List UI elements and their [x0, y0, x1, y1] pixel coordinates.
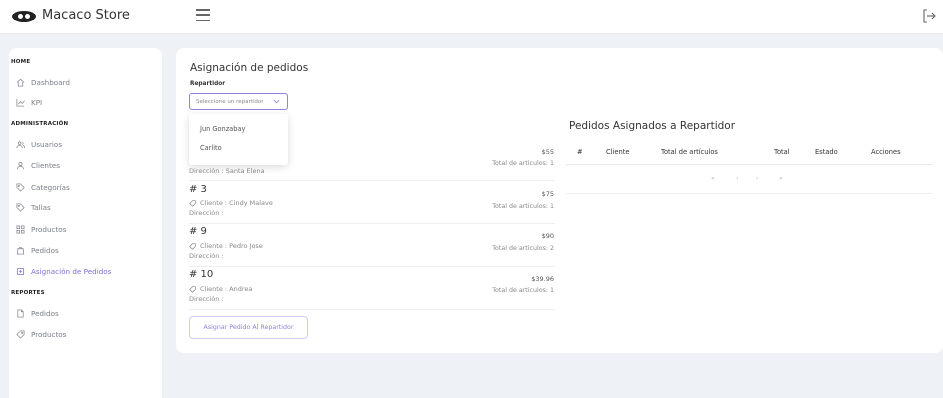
- macaco-logo-icon: [12, 9, 36, 23]
- column-header: Estado: [815, 148, 838, 156]
- menu-toggle-icon[interactable]: [196, 9, 210, 21]
- order-articles: Total de articulos: 1: [492, 160, 554, 167]
- shopping-bag-icon: [16, 246, 25, 255]
- order-address: Dirección : Santa Elena: [189, 167, 265, 175]
- user-icon: [16, 161, 25, 169]
- assigned-orders-title: Pedidos Asignados a Repartidor: [569, 120, 736, 132]
- order-address: Dirección :: [189, 295, 224, 303]
- sidebar-item-productos[interactable]: Productos: [16, 222, 66, 236]
- pager-prev-button[interactable]: ‹: [736, 175, 738, 182]
- order-item[interactable]: # 3 Cliente : Cindy Malave Dirección : $…: [189, 181, 555, 224]
- order-price: $39.96: [531, 275, 554, 283]
- column-header: Total de artículos: [661, 148, 718, 156]
- column-header: Total: [774, 148, 790, 156]
- tag-icon: [16, 182, 25, 192]
- order-articles: Total de articulos: 1: [492, 203, 554, 210]
- top-bar: Macaco Store: [0, 0, 943, 34]
- table-header: # Cliente Total de artículos Total Estad…: [566, 141, 932, 165]
- pager-first-button[interactable]: «: [711, 175, 715, 182]
- order-articles: Total de articulos: 2: [492, 245, 554, 252]
- column-header: Acciones: [871, 148, 901, 156]
- sidebar-item-tallas[interactable]: Tallas: [16, 200, 51, 214]
- order-item[interactable]: # 9 Cliente : Pedro Jose Dirección : $90…: [189, 224, 555, 267]
- sidebar-item-label: Productos: [31, 224, 67, 234]
- logout-icon[interactable]: [921, 8, 937, 24]
- home-icon: [16, 78, 25, 87]
- sidebar-item-label: Pedidos: [31, 245, 59, 255]
- tag-icon: [189, 242, 196, 250]
- sidebar-item-kpi[interactable]: KPI: [16, 95, 42, 109]
- sidebar-item-pedidos[interactable]: Pedidos: [16, 243, 59, 257]
- order-number: # 9: [189, 226, 207, 237]
- sidebar-item-label: Pedidos: [31, 308, 59, 318]
- sidebar-item-label: KPI: [31, 97, 43, 107]
- sidebar-section-home: HOME: [11, 59, 31, 65]
- dropdown-option[interactable]: Jun Gonzabay: [200, 125, 245, 133]
- assigned-orders-card: [566, 48, 943, 353]
- sidebar-section-administracion: ADMINISTRACIÓN: [11, 121, 69, 127]
- select-placeholder: Seleccione un repartidor: [196, 98, 264, 105]
- tag-icon: [189, 199, 196, 207]
- sidebar-item-usuarios[interactable]: Usuarios: [16, 137, 62, 151]
- order-address: Dirección :: [189, 252, 224, 260]
- dropdown-option[interactable]: Carlito: [200, 144, 222, 152]
- order-client: Cliente : Andrea: [189, 285, 252, 293]
- chart-icon: [16, 98, 25, 107]
- sidebar-item-label: Dashboard: [31, 77, 70, 87]
- order-client: Cliente : Pedro Jose: [189, 242, 263, 250]
- order-number: # 3: [189, 184, 207, 195]
- repartidor-label: Repartidor: [190, 81, 226, 87]
- sidebar-item-label: Asignación de Pedidos: [31, 266, 112, 276]
- assignment-icon: [16, 267, 25, 275]
- table-divider: [566, 193, 932, 194]
- sidebar-item-reporte-pedidos[interactable]: Pedidos: [16, 306, 59, 320]
- sidebar-item-label: Clientes: [31, 160, 60, 170]
- order-address: Dirección :: [189, 209, 224, 217]
- pager-next-button[interactable]: ›: [756, 175, 758, 182]
- tag-icon: [189, 285, 196, 293]
- sidebar-item-label: Categorías: [31, 182, 70, 192]
- column-header: #: [577, 148, 583, 156]
- column-header: Cliente: [606, 148, 630, 156]
- sidebar-item-label: Usuarios: [31, 139, 63, 149]
- page-title: Asignación de pedidos: [190, 62, 309, 74]
- order-articles: Total de articulos: 1: [492, 287, 554, 294]
- sidebar-item-clientes[interactable]: Clientes: [16, 158, 60, 172]
- order-item[interactable]: # 10 Cliente : Andrea Dirección : $39.96…: [189, 267, 555, 310]
- chevron-down-icon: [273, 99, 280, 104]
- grid-icon: [16, 224, 25, 234]
- brand[interactable]: Macaco Store: [12, 8, 130, 23]
- sidebar-item-label: Tallas: [31, 202, 51, 212]
- order-price: $90: [541, 232, 554, 240]
- brand-name: Macaco Store: [42, 8, 130, 23]
- report-icon: [17, 308, 24, 318]
- assign-order-button[interactable]: Asignar Pedido Al Repartidor: [189, 316, 308, 339]
- order-client: Cliente : Cindy Malave: [189, 199, 273, 207]
- order-number: # 10: [189, 269, 214, 280]
- sidebar-item-asignacion-de-pedidos[interactable]: Asignación de Pedidos: [16, 264, 111, 278]
- order-price: $55: [541, 148, 554, 156]
- order-price: $75: [541, 190, 554, 198]
- repartidor-select[interactable]: Seleccione un repartidor: [189, 93, 288, 110]
- tag-icon: [16, 202, 25, 212]
- pager-last-button[interactable]: »: [779, 175, 783, 182]
- sidebar-item-categorias[interactable]: Categorías: [16, 180, 70, 194]
- tag-icon: [16, 329, 25, 339]
- repartidor-dropdown-menu: Jun Gonzabay Carlito: [189, 114, 288, 165]
- sidebar-item-dashboard[interactable]: Dashboard: [16, 75, 70, 89]
- sidebar-section-reportes: REPORTES: [11, 290, 45, 296]
- sidebar-item-label: Productos: [31, 329, 67, 339]
- order-item[interactable]: Dirección : Santa Elena $55 Total de art…: [189, 148, 555, 181]
- users-icon: [16, 140, 25, 148]
- sidebar-item-reporte-productos[interactable]: Productos: [16, 327, 66, 341]
